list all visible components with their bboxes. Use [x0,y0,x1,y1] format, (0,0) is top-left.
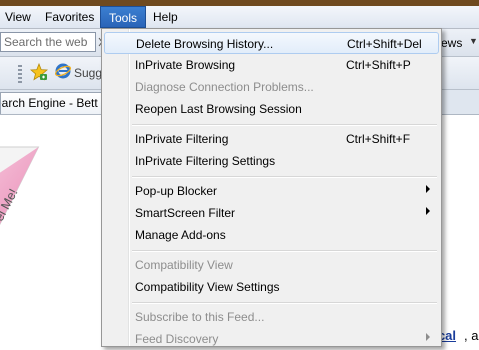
menu-item-label: Compatibility View Settings [135,280,280,294]
menu-separator [132,250,437,252]
menu-item-label: Compatibility View [135,258,233,272]
menu-item-popup-blocker[interactable]: Pop-up Blocker [104,180,439,202]
chevron-down-icon[interactable]: ▼ [469,36,478,46]
submenu-arrow-icon [426,185,430,193]
menu-item-label: SmartScreen Filter [135,206,236,220]
menu-item-label: Diagnose Connection Problems... [135,80,314,94]
menu-separator [132,302,437,304]
menu-item-smartscreen-filter[interactable]: SmartScreen Filter [104,202,439,224]
menu-item-label: Reopen Last Browsing Session [135,102,302,116]
menu-item-label: Feed Discovery [135,332,219,346]
search-input[interactable]: Search the web [0,32,96,52]
menu-item-shortcut: Ctrl+Shift+F [346,132,411,146]
menu-item-shortcut: Ctrl+Shift+Del [347,37,422,51]
menu-item-diagnose-connection[interactable]: Diagnose Connection Problems... [104,76,439,98]
menu-item-reopen-last-session[interactable]: Reopen Last Browsing Session [104,98,439,120]
toolbar-grip[interactable] [18,65,22,83]
menu-item-label: InPrivate Filtering Settings [135,154,276,168]
menu-separator [132,124,437,126]
menu-item-label: Pop-up Blocker [135,184,218,198]
tools-menu: Delete Browsing History... Ctrl+Shift+De… [101,28,442,347]
menu-bar: View Favorites Tools Help [0,6,479,29]
menu-item-inprivate-filtering[interactable]: InPrivate Filtering Ctrl+Shift+F [104,128,439,150]
submenu-arrow-icon [426,207,430,215]
menu-item-label: Subscribe to this Feed... [135,310,265,324]
menu-tools[interactable]: Tools [100,6,147,28]
submenu-arrow-icon [426,333,430,341]
page-text-fragment: , a [464,328,479,343]
menu-item-label: InPrivate Filtering [135,132,229,146]
menu-view[interactable]: View [5,6,31,28]
menu-help[interactable]: Help [153,6,178,28]
peel-me-graphic[interactable]: el Me! [0,140,58,232]
menu-item-inprivate-browsing[interactable]: InPrivate Browsing Ctrl+Shift+P [104,54,439,76]
menu-item-compatibility-view[interactable]: Compatibility View [104,254,439,276]
menu-item-compatibility-view-settings[interactable]: Compatibility View Settings [104,276,439,298]
menu-item-label: Delete Browsing History... [136,37,274,51]
tab-title: earch Engine - Bett [0,96,98,110]
favorites-star-icon[interactable] [30,63,48,81]
ie-logo-icon [55,63,71,79]
menu-separator [132,176,437,178]
menu-item-label: InPrivate Browsing [135,58,236,72]
menu-item-label: Manage Add-ons [135,228,226,242]
tab-active[interactable]: earch Engine - Bett [0,92,104,114]
suggested-sites-link[interactable]: Sugg [74,66,102,80]
menu-item-delete-browsing-history[interactable]: Delete Browsing History... Ctrl+Shift+De… [104,32,439,54]
menu-item-shortcut: Ctrl+Shift+P [346,58,411,72]
menu-item-subscribe-feed[interactable]: Subscribe to this Feed... [104,306,439,328]
menu-favorites[interactable]: Favorites [45,6,94,28]
menu-item-manage-addons[interactable]: Manage Add-ons [104,224,439,246]
menu-item-inprivate-filtering-settings[interactable]: InPrivate Filtering Settings [104,150,439,172]
news-toolbar-label[interactable]: ews [441,36,462,50]
